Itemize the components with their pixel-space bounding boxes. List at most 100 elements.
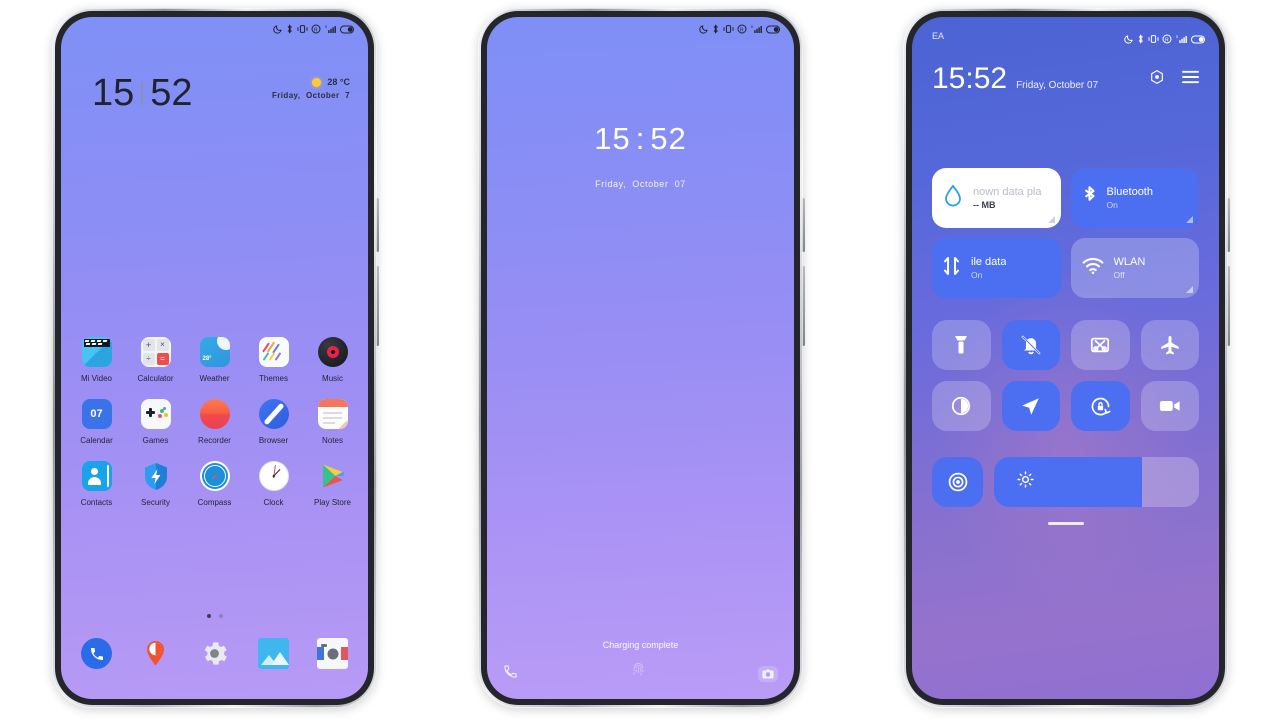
toggle-silent[interactable]	[1001, 320, 1060, 370]
tile-mobile-data[interactable]: ile data On	[932, 238, 1061, 298]
lock-screen-display[interactable]: R 5 15:52 Friday, October 07 Charging co…	[487, 17, 794, 699]
home-clock-minutes: 52	[150, 72, 193, 114]
home-screen-display[interactable]: R 5 15 52 28 °C Friday, October 7 Mi Vid…	[61, 17, 368, 699]
app-row: 07 Calendar Games Recorder Browser Notes	[61, 399, 368, 445]
fingerprint-icon[interactable]	[630, 661, 647, 683]
expand-corner-icon[interactable]	[1047, 216, 1055, 223]
dock-camera[interactable]	[308, 638, 358, 669]
dnd-moon-icon	[1123, 35, 1133, 44]
page-dot-active[interactable]	[206, 614, 211, 618]
video-camera-icon	[1159, 400, 1180, 412]
app-label: Compass	[197, 498, 232, 507]
charging-status: Charging complete	[602, 640, 679, 650]
themes-icon	[258, 337, 289, 367]
tile-bluetooth[interactable]: Bluetooth On	[1070, 168, 1199, 228]
roaming-icon: R	[311, 24, 321, 34]
toggle-screen-recorder[interactable]	[1140, 381, 1199, 431]
toggle-airplane[interactable]	[1140, 320, 1199, 370]
toggle-location[interactable]	[1001, 381, 1060, 431]
phone-icon[interactable]	[503, 664, 518, 684]
phone-home-screen: R 5 15 52 28 °C Friday, October 7 Mi Vid…	[52, 8, 379, 708]
app-clock[interactable]: Clock	[249, 461, 299, 507]
app-compass[interactable]: Compass	[190, 461, 240, 507]
app-calculator[interactable]: + × ÷ = Calculator	[131, 337, 181, 383]
toggle-flashlight[interactable]	[932, 320, 991, 370]
focus-ring-button[interactable]	[932, 457, 983, 507]
vibrate-icon	[723, 25, 733, 33]
phone-icon	[81, 638, 112, 669]
app-recorder[interactable]: Recorder	[190, 399, 240, 445]
control-center-display[interactable]: EA R 5 15:52 Friday, October 07 nown dat…	[912, 17, 1219, 699]
sun-icon	[312, 77, 322, 87]
cc-drag-handle[interactable]	[1047, 522, 1084, 525]
weather-icon: 28°	[199, 337, 230, 367]
bluetooth-icon	[1082, 185, 1097, 212]
cc-date: Friday, October 07	[1016, 79, 1099, 91]
clock-icon	[258, 461, 289, 491]
dock-settings[interactable]	[190, 638, 240, 669]
app-weather[interactable]: 28° Weather	[190, 337, 240, 383]
svg-text:5: 5	[1176, 35, 1178, 39]
lock-wallpaper	[487, 17, 794, 699]
calculator-icon: + × ÷ =	[140, 337, 171, 367]
app-label: Notes	[322, 436, 343, 445]
app-label: Music	[322, 374, 343, 383]
app-browser[interactable]: Browser	[249, 399, 299, 445]
tile-title: ile data	[971, 256, 1007, 268]
bluetooth-icon	[287, 24, 292, 34]
app-mi-video[interactable]: Mi Video	[72, 337, 122, 383]
status-bar: R 5	[487, 17, 794, 41]
app-play-store[interactable]: Play Store	[308, 461, 358, 507]
phone-control-center: EA R 5 15:52 Friday, October 07 nown dat…	[903, 8, 1230, 708]
expand-corner-icon[interactable]	[1186, 216, 1193, 223]
brightness-sun-icon	[1016, 470, 1035, 494]
brightness-slider[interactable]	[994, 457, 1199, 507]
dock-maps[interactable]	[131, 638, 181, 669]
app-security[interactable]: Security	[131, 461, 181, 507]
volume-button[interactable]	[802, 266, 805, 346]
weather-widget[interactable]: 28 °C Friday, October 7	[272, 77, 350, 100]
lock-clock-minutes: 52	[650, 121, 687, 156]
toggle-auto-rotate[interactable]	[1071, 381, 1130, 431]
app-grid: Mi Video + × ÷ = Calculator 28° Weather …	[61, 337, 368, 523]
weather-date: Friday, October 7	[271, 91, 350, 100]
svg-text:5: 5	[325, 25, 327, 29]
app-contacts[interactable]: Contacts	[72, 461, 122, 507]
settings-hex-icon[interactable]	[1149, 69, 1165, 90]
page-dot[interactable]	[218, 614, 223, 618]
lock-clock-hours: 15	[594, 121, 631, 156]
camera-icon[interactable]	[758, 666, 778, 682]
power-button[interactable]	[802, 198, 805, 252]
app-label: Calculator	[137, 374, 174, 383]
lock-date: Friday, October 07	[595, 179, 686, 189]
dock-gallery[interactable]	[249, 638, 299, 669]
volume-button[interactable]	[376, 266, 379, 346]
battery-icon	[766, 25, 780, 33]
volume-button[interactable]	[1227, 266, 1230, 346]
power-button[interactable]	[376, 198, 379, 252]
tile-subtitle: On	[971, 270, 983, 280]
play-store-icon	[318, 461, 348, 491]
app-themes[interactable]: Themes	[249, 337, 299, 383]
app-label: Mi Video	[81, 374, 112, 383]
toggle-screenshot[interactable]	[1071, 320, 1130, 370]
tile-wlan[interactable]: WLAN Off	[1070, 238, 1199, 298]
app-calendar[interactable]: 07 Calendar	[72, 399, 122, 445]
power-button[interactable]	[1227, 198, 1230, 252]
menu-hamburger-icon[interactable]	[1182, 70, 1199, 89]
expand-corner-icon[interactable]	[1186, 286, 1193, 293]
wifi-icon	[1082, 257, 1104, 280]
svg-text:R: R	[314, 27, 318, 33]
app-games[interactable]: Games	[131, 399, 181, 445]
bell-mute-icon	[1021, 335, 1041, 355]
dnd-moon-icon	[272, 25, 282, 34]
app-notes[interactable]: Notes	[308, 399, 358, 445]
bluetooth-icon	[1138, 34, 1143, 44]
music-icon	[317, 337, 348, 367]
tile-data-plan[interactable]: nown data pla -- MB	[932, 168, 1061, 228]
app-music[interactable]: Music	[308, 337, 358, 383]
recorder-icon	[199, 399, 230, 429]
home-clock-widget[interactable]: 15 52	[92, 74, 193, 112]
toggle-dark-mode[interactable]	[932, 381, 991, 431]
dock-phone[interactable]	[72, 638, 122, 669]
